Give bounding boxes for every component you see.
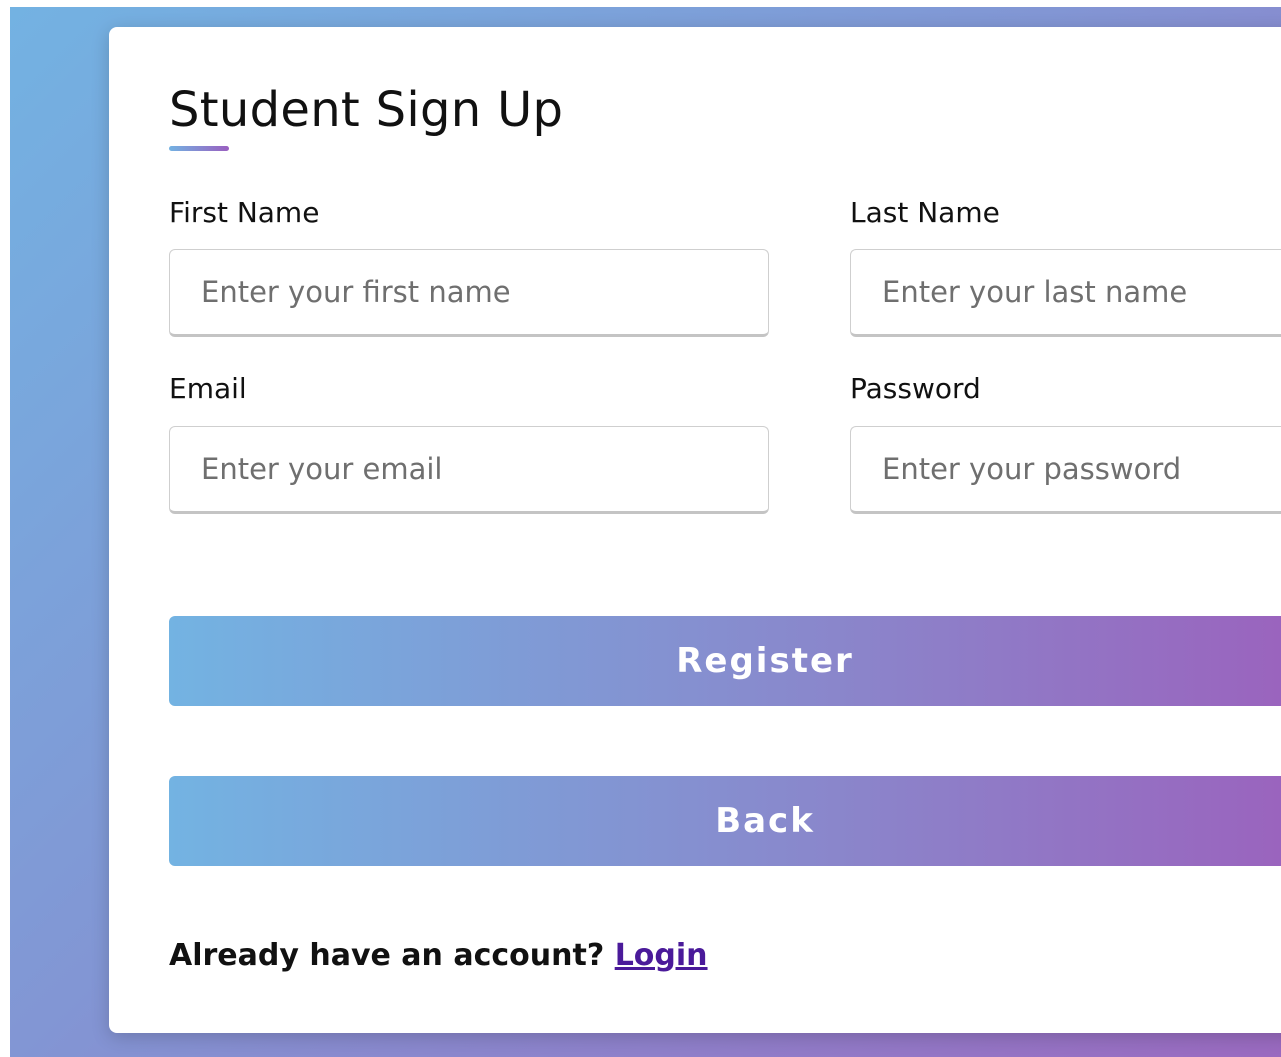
- register-button[interactable]: Register: [169, 616, 1281, 706]
- back-button[interactable]: Back: [169, 776, 1281, 866]
- last-name-input[interactable]: [850, 249, 1281, 337]
- password-input[interactable]: [850, 426, 1281, 514]
- title-underline: [169, 146, 229, 151]
- last-name-label: Last Name: [850, 196, 1000, 229]
- signup-card: [109, 27, 1281, 1033]
- page: Student Sign Up First Name Last Name Ema…: [0, 0, 1281, 1057]
- login-prompt-text: Already have an account?: [169, 938, 605, 973]
- email-input[interactable]: [169, 426, 769, 514]
- login-prompt-row: Already have an account? Login: [169, 938, 708, 973]
- email-label: Email: [169, 372, 247, 405]
- page-title: Student Sign Up: [169, 82, 564, 138]
- password-label: Password: [850, 372, 981, 405]
- first-name-input[interactable]: [169, 249, 769, 337]
- login-link[interactable]: Login: [615, 938, 708, 973]
- first-name-label: First Name: [169, 196, 320, 229]
